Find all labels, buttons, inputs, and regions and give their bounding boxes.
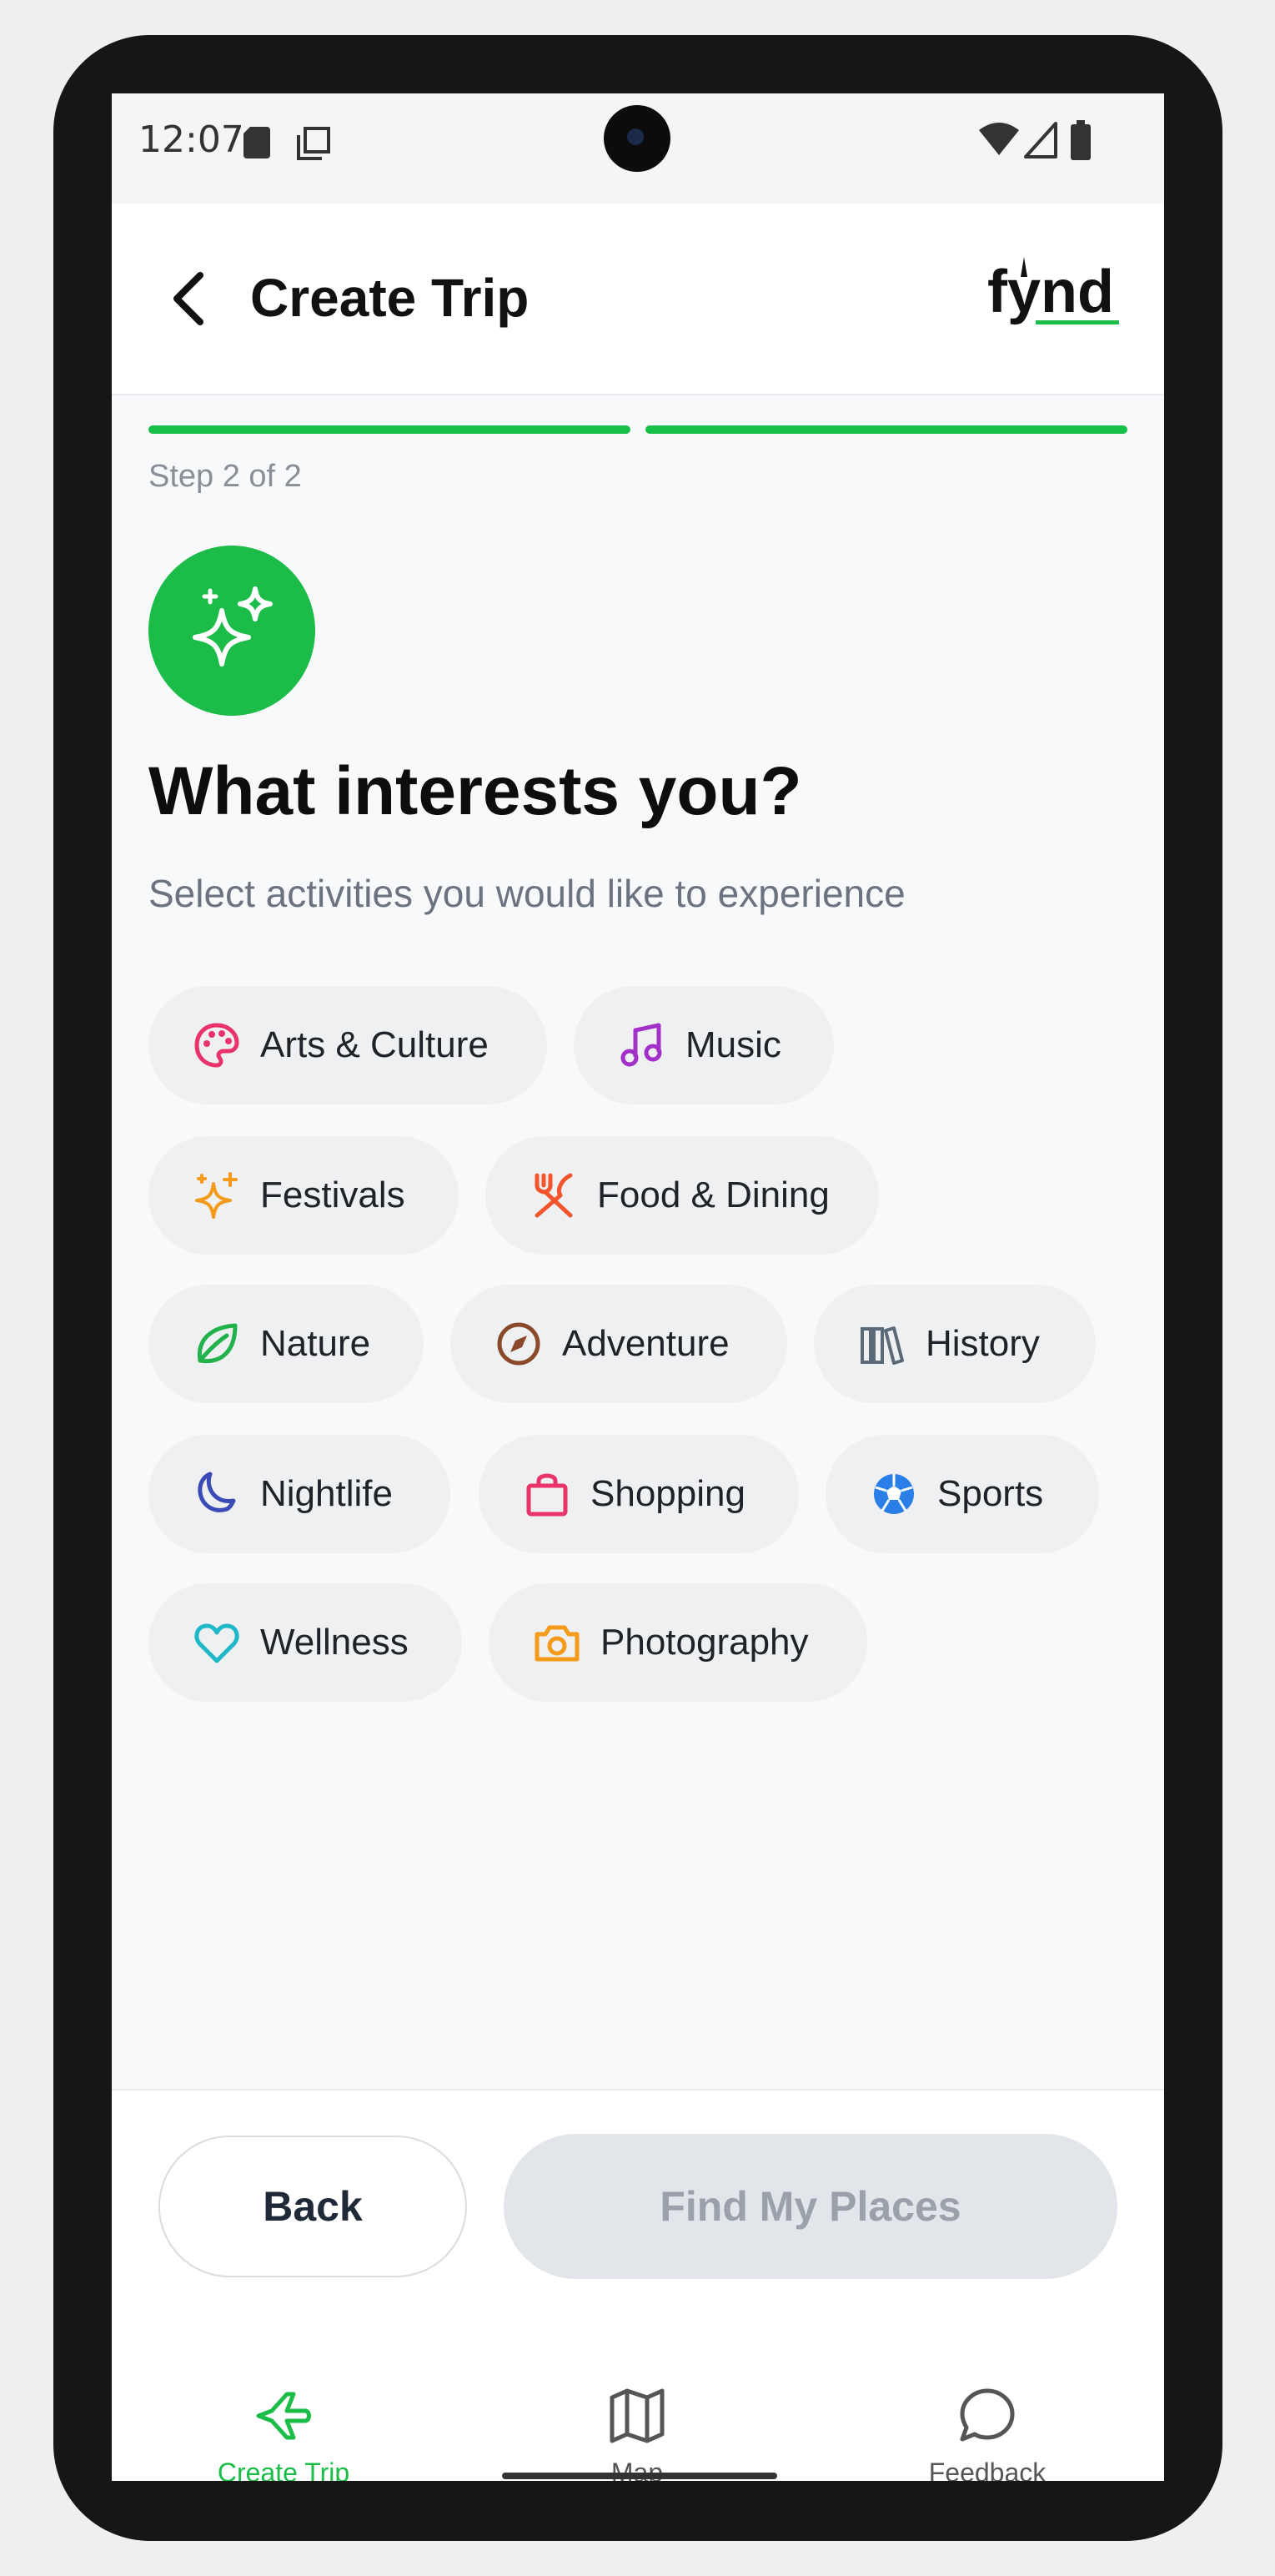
interests-badge <box>148 546 315 716</box>
interest-chip-nightlife[interactable]: Nightlife <box>148 1435 450 1553</box>
chip-label: Shopping <box>590 1473 745 1514</box>
interest-chip-sports[interactable]: Sports <box>826 1435 1099 1553</box>
interest-chip-photography[interactable]: Photography <box>489 1583 867 1702</box>
status-time: 12:07 <box>138 118 244 161</box>
fynd-logo: fynd <box>987 257 1119 325</box>
status-bar: 12:07 <box>112 93 1164 204</box>
section-subheading: Select activities you would like to expe… <box>148 872 906 915</box>
palette-icon <box>194 1023 239 1068</box>
app-header: Create Trip fynd <box>112 204 1164 395</box>
chip-label: Festivals <box>260 1175 405 1215</box>
screenshot-icon <box>297 127 330 160</box>
map-icon <box>610 2388 665 2443</box>
plane-icon <box>256 2392 311 2440</box>
chip-label: History <box>926 1323 1040 1364</box>
chip-label: Nature <box>260 1323 371 1364</box>
app-screen: 12:07 Create Trip fynd Step 2 of 2 What … <box>112 93 1164 2481</box>
section-heading: What interests you? <box>148 753 802 829</box>
chip-label: Food & Dining <box>597 1175 830 1215</box>
interest-chip-history[interactable]: History <box>814 1285 1096 1403</box>
sparkles-icon <box>195 1172 238 1219</box>
interest-chip-adventure[interactable]: Adventure <box>450 1285 787 1403</box>
progress-segment-2 <box>645 425 1127 434</box>
interest-chip-wellness[interactable]: Wellness <box>148 1583 462 1702</box>
battery-icon <box>1071 120 1091 160</box>
signal-icon <box>1024 122 1057 158</box>
nav-label: Feedback <box>928 2458 1047 2481</box>
interest-chip-festivals[interactable]: Festivals <box>148 1136 459 1255</box>
chat-bubble-icon <box>960 2388 1015 2442</box>
sparkles-icon <box>193 586 273 667</box>
chip-label: Adventure <box>562 1323 730 1364</box>
progress-segment-1 <box>148 425 630 434</box>
camera-icon <box>535 1625 580 1662</box>
library-icon <box>861 1326 904 1365</box>
heart-icon <box>194 1623 239 1663</box>
nav-tab-map[interactable]: Map <box>554 2376 720 2481</box>
chip-label: Arts & Culture <box>260 1024 489 1065</box>
chip-label: Wellness <box>260 1622 409 1663</box>
home-indicator <box>502 2473 777 2479</box>
step-indicator: Step 2 of 2 <box>148 459 302 494</box>
find-my-places-button[interactable]: Find My Places <box>504 2134 1117 2279</box>
sd-card-icon <box>243 127 270 158</box>
nav-tab-create-trip[interactable]: Create Trip <box>200 2376 367 2481</box>
music-note-icon <box>620 1023 662 1067</box>
page-title: Create Trip <box>250 268 530 328</box>
front-camera <box>604 105 670 172</box>
bottom-navigation: Create Trip Map Feedback <box>112 2359 1164 2481</box>
moon-icon <box>198 1472 236 1512</box>
chip-label: Sports <box>937 1473 1044 1514</box>
compass-icon <box>497 1322 540 1366</box>
shopping-bag-icon <box>526 1473 568 1517</box>
interest-chip-shopping[interactable]: Shopping <box>479 1435 799 1553</box>
action-bar: Back Find My Places <box>112 2089 1164 2362</box>
interest-chip-music[interactable]: Music <box>574 986 834 1104</box>
svg-text:fynd: fynd <box>987 259 1114 325</box>
back-arrow-icon[interactable] <box>167 269 213 329</box>
interest-chip-arts-culture[interactable]: Arts & Culture <box>148 986 547 1104</box>
chip-label: Nightlife <box>260 1473 393 1514</box>
interest-chip-food-dining[interactable]: Food & Dining <box>485 1136 879 1255</box>
wifi-icon <box>979 123 1019 155</box>
chip-label: Music <box>685 1024 781 1065</box>
utensils-icon <box>535 1173 573 1218</box>
back-button[interactable]: Back <box>158 2136 467 2277</box>
soccer-ball-icon <box>874 1474 914 1514</box>
nav-tab-feedback[interactable]: Feedback <box>904 2376 1071 2481</box>
nav-label: Create Trip <box>217 2458 350 2481</box>
leaf-icon <box>197 1323 238 1364</box>
interest-chip-nature[interactable]: Nature <box>148 1285 424 1403</box>
chip-label: Photography <box>600 1622 809 1663</box>
